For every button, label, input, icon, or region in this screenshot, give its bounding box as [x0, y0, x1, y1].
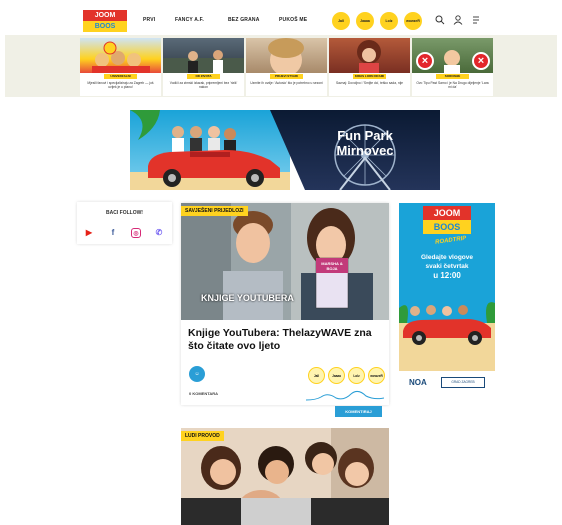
- ad-text-1: Gledajte vlogove: [420, 254, 474, 261]
- reaction-pill-lolz[interactable]: Lolz: [380, 12, 398, 30]
- story-caption: Uzmite ih ovdje: 'Autosio' što je potreb…: [250, 81, 323, 85]
- story-caption: Mjesili fanovi i specijaliziraju za Zagr…: [87, 81, 154, 90]
- ad-sidebar-roadtrip[interactable]: JOOM BOOS ROADTRIP Gledajte vlogove svak…: [399, 203, 495, 393]
- story-tag: UNIVERZALNI: [104, 74, 137, 79]
- ad-logo-bottom: BOOS: [423, 220, 471, 234]
- reaction-pill-lolz[interactable]: Lolz: [348, 367, 365, 384]
- reaction-pill-jall[interactable]: Jall: [332, 12, 350, 30]
- story-image: [163, 38, 244, 73]
- close-icon[interactable]: ×: [416, 52, 434, 70]
- story-caption: Vodiči za zimski izlazak, pripremljeni b…: [169, 81, 238, 90]
- nav-bez-grana[interactable]: BEZ GRANA: [228, 17, 260, 23]
- story-tag: KREIS LORN DRAMI: [353, 74, 386, 79]
- story-image: [80, 38, 161, 73]
- story-card[interactable]: UNIVERZALNI Mjesili fanovi i specijalizi…: [80, 38, 161, 96]
- article-2-category[interactable]: LUDI PROVOD: [181, 431, 224, 441]
- ad-text-2: svaki četvrtak: [425, 263, 469, 270]
- banner-title-1: Fun Park: [337, 128, 393, 143]
- reaction-pill-jaaaa[interactable]: Jaaaa: [328, 367, 345, 384]
- comment-count: 0 KOMENTARA: [189, 391, 219, 396]
- comment-bubble-icon[interactable]: ☺: [189, 366, 205, 382]
- story-tag: SORONIJE: [436, 74, 469, 79]
- story-caption: Saznaj: Dovoljno i 'Smijte da', teško sa…: [335, 81, 404, 85]
- ad-text-3: u 12:00: [433, 271, 461, 280]
- book-title: MARSHA & BOJA: [321, 261, 343, 271]
- article-2-image: [181, 428, 389, 525]
- reaction-pill-jaaaa[interactable]: Jaaaa: [356, 12, 374, 30]
- reaction-wave-graph: [306, 390, 384, 401]
- facebook-icon[interactable]: f: [108, 228, 118, 238]
- menu-icon[interactable]: [471, 15, 481, 25]
- story-image: [329, 38, 410, 73]
- ad-sponsor-city: GRAD ZAGREB: [441, 377, 485, 388]
- story-tag: PRIJEVI STVARI: [270, 74, 303, 79]
- comment-button[interactable]: KOMENTIRAJ: [335, 406, 382, 417]
- reaction-pill-wowzer[interactable]: wowzeR: [368, 367, 385, 384]
- ad-banner-funpark[interactable]: Fun Park Mirnovec: [130, 110, 440, 190]
- user-icon[interactable]: [453, 15, 463, 25]
- instagram-icon[interactable]: ◎: [131, 228, 141, 238]
- article-image[interactable]: SAVJEŠENI PRIJEDLOZI KNJIGE YOUTUBERA MA…: [181, 203, 389, 320]
- search-icon[interactable]: [435, 15, 445, 25]
- story-tag: OD ZIVOTA: [187, 74, 220, 79]
- article-category[interactable]: SAVJEŠENI PRIJEDLOZI: [181, 206, 248, 216]
- youtube-icon[interactable]: ▶: [84, 228, 94, 238]
- nav-prvi[interactable]: PRVI: [143, 17, 155, 23]
- logo-bottom: BOOS: [83, 21, 127, 32]
- nav-fancy[interactable]: FANCY A.F.: [175, 17, 204, 23]
- viber-icon[interactable]: ✆: [154, 228, 164, 238]
- close-icon[interactable]: ×: [472, 52, 490, 70]
- story-card[interactable]: KREIS LORN DRAMI Saznaj: Dovoljno i 'Smi…: [329, 38, 410, 96]
- reaction-pill-jall[interactable]: Jall: [308, 367, 325, 384]
- article-image-overlay: KNJIGE YOUTUBERA: [201, 293, 294, 303]
- logo-top: JOOM: [83, 10, 127, 21]
- ad-sponsor-noa: NOA: [409, 378, 427, 387]
- nav-pukos-me[interactable]: PUKOŠ ME: [279, 17, 307, 23]
- follow-title: BACI FOLLOW!: [106, 210, 143, 216]
- article-title[interactable]: Knjige YouTubera: ThelazyWAVE zna što či…: [188, 327, 384, 353]
- story-caption: Ovo Tipu Past Samo i je Na Drugo dijelje…: [416, 81, 489, 90]
- site-logo[interactable]: JOOM BOOS: [83, 10, 127, 32]
- banner-title-2: Mirnovec: [336, 143, 394, 158]
- social-follow-box: BACI FOLLOW! ▶ f ◎ ✆: [77, 202, 172, 244]
- article-card-2[interactable]: LUDI PROVOD: [181, 428, 389, 525]
- ad-logo-top: JOOM: [423, 206, 471, 220]
- reaction-pill-wowzer[interactable]: wowzeR: [404, 12, 422, 30]
- sidebar-ad-logo: JOOM BOOS: [423, 206, 471, 234]
- story-image: [246, 38, 327, 76]
- story-card[interactable]: OD ZIVOTA Vodiči za zimski izlazak, prip…: [163, 38, 244, 96]
- story-card[interactable]: PRIJEVI STVARI Uzmite ih ovdje: 'Autosio…: [246, 38, 327, 96]
